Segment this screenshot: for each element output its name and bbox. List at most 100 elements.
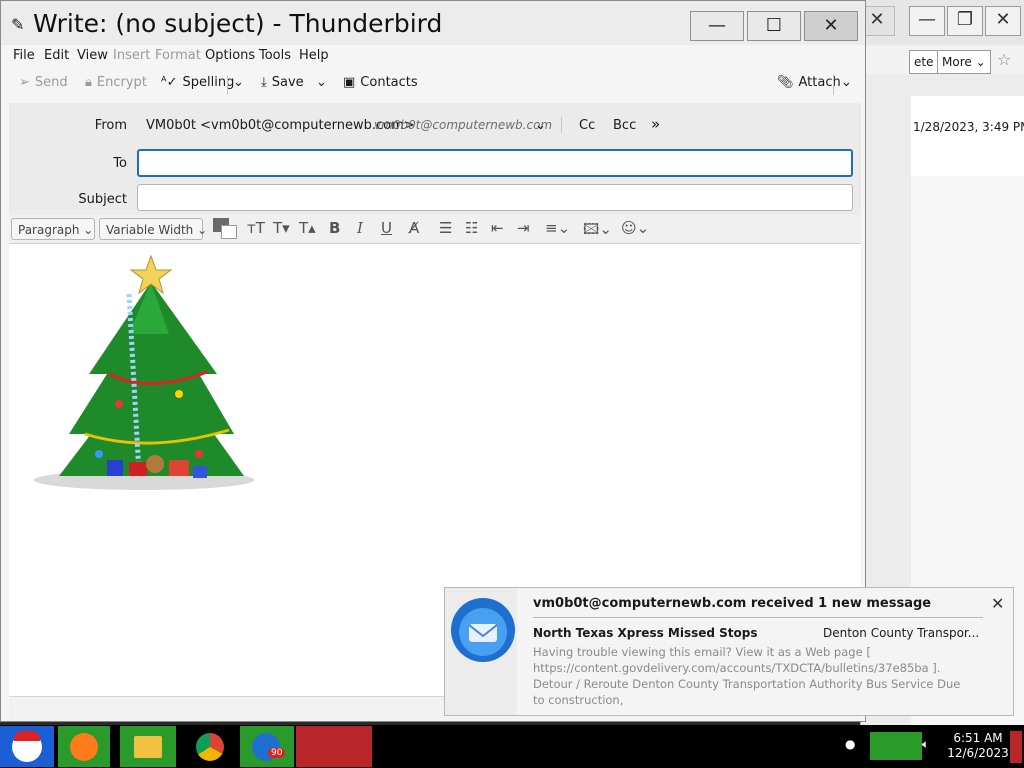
encrypt-button[interactable]: 🔒︎ Encrypt: [85, 75, 147, 90]
taskbar-chrome[interactable]: [186, 726, 236, 767]
encrypt-label: Encrypt: [96, 75, 147, 90]
notification-title: vm0b0t@computernewb.com received 1 new m…: [533, 596, 932, 611]
compose-toolbar: ➢ Send 🔒︎ Encrypt ᴬ✓ Spelling ⌄ ⤓ Save ⌄ ▣ Co…: [9, 69, 865, 101]
background-close-button[interactable]: ✕: [985, 6, 1021, 36]
christmas-tree-image: [34, 254, 254, 490]
menu-insert[interactable]: Insert: [113, 48, 150, 63]
menu-edit[interactable]: Edit: [44, 48, 69, 63]
unread-badge: 90: [268, 748, 286, 758]
background-delete-button[interactable]: ete: [909, 50, 939, 74]
save-dropdown[interactable]: ⌄: [316, 75, 327, 90]
send-label: Send: [34, 75, 68, 90]
bcc-button[interactable]: Bcc: [613, 118, 636, 133]
more-fields-icon[interactable]: »: [651, 115, 660, 133]
from-address: vm0b0t@computernewb.com: [374, 118, 553, 132]
taskbar-firefox[interactable]: [58, 726, 110, 767]
spelling-button[interactable]: ᴬ✓ Spelling: [161, 75, 234, 90]
to-field[interactable]: [137, 149, 853, 177]
close-icon[interactable]: ✕: [991, 594, 1004, 613]
window-title: Write: (no subject) - Thunderbird: [33, 9, 443, 38]
menu-help[interactable]: Help: [299, 48, 329, 63]
emoji-icon[interactable]: ☺⌄: [621, 219, 649, 237]
smaller-text-icon[interactable]: T▾: [273, 219, 290, 237]
background-restore-icon[interactable]: ❐: [947, 6, 983, 36]
tray-dot-icon[interactable]: ●: [845, 737, 855, 751]
taskbar-thunderbird[interactable]: 90: [240, 726, 294, 767]
insert-image-icon[interactable]: 🖾︎⌄: [583, 219, 612, 244]
taskbar-active-window[interactable]: [296, 726, 372, 767]
menu-tools[interactable]: Tools: [259, 48, 291, 63]
toolbar-divider: [227, 75, 228, 95]
folder-icon: [134, 736, 162, 758]
volume-icon[interactable]: 🔈︎: [922, 737, 929, 752]
background-more-button[interactable]: More ⌄: [937, 50, 991, 74]
background-titlebar: ✕ — ❐ ✕: [859, 0, 1024, 44]
font-select[interactable]: Variable Width ⌄: [99, 218, 207, 240]
background-color-icon[interactable]: [221, 225, 237, 239]
numbered-list-icon[interactable]: ☷: [465, 219, 478, 237]
santa-hat-icon: [14, 731, 40, 741]
pencil-icon: ✎: [11, 15, 25, 34]
larger-text-icon[interactable]: T▴: [299, 219, 316, 237]
from-label: From: [94, 118, 127, 133]
clock[interactable]: 6:51 AM 12/6/2023: [946, 731, 1010, 761]
font-value: Variable Width: [106, 223, 194, 237]
start-button[interactable]: [0, 726, 54, 767]
close-button[interactable]: ✕: [804, 11, 858, 41]
contacts-label: Contacts: [360, 75, 418, 90]
title-bar: ✎ Write: (no subject) - Thunderbird — ☐ …: [1, 1, 865, 45]
font-size-reset-icon[interactable]: ᴛT: [247, 219, 265, 237]
address-book-icon: ▣: [343, 75, 356, 90]
subject-field[interactable]: [137, 184, 853, 211]
contacts-button[interactable]: ▣ Contacts: [343, 75, 418, 90]
menu-file[interactable]: File: [13, 48, 35, 63]
attach-button[interactable]: 📎︎ Attach: [777, 75, 841, 90]
background-message-header: 1/28/2023, 3:49 PM: [911, 96, 1024, 176]
menu-view[interactable]: View: [77, 48, 108, 63]
header-divider: [561, 117, 562, 133]
background-minimize-icon[interactable]: —: [909, 6, 945, 36]
taskbar: 90 ● 🔈︎ 6:51 AM 12/6/2023: [0, 725, 1024, 768]
star-icon[interactable]: ☆: [997, 50, 1011, 69]
spelling-dropdown[interactable]: ⌄: [233, 75, 244, 90]
lock-icon: 🔒︎: [85, 75, 92, 90]
bullet-list-icon[interactable]: ☰: [439, 219, 452, 237]
show-desktop-button[interactable]: [1010, 731, 1022, 763]
maximize-button[interactable]: ☐: [747, 11, 801, 41]
menu-options[interactable]: Options: [205, 48, 255, 63]
chrome-icon: [196, 733, 224, 761]
notification-divider: [533, 617, 983, 618]
send-icon: ➢: [19, 75, 30, 90]
minimize-button[interactable]: —: [690, 11, 744, 41]
bold-icon[interactable]: B: [329, 219, 340, 237]
attach-dropdown[interactable]: ⌄: [841, 75, 852, 90]
menu-bar: File Edit View Insert Format Options Too…: [1, 45, 865, 67]
tray-network-icon[interactable]: [870, 732, 922, 760]
underline-icon[interactable]: U: [381, 219, 392, 237]
send-button[interactable]: ➢ Send: [19, 75, 68, 90]
notification-preview: Having trouble viewing this email? View …: [533, 645, 961, 707]
attach-label: Attach: [798, 75, 841, 90]
menu-format[interactable]: Format: [155, 48, 201, 63]
save-button[interactable]: ⤓ Save: [261, 75, 304, 90]
cc-button[interactable]: Cc: [579, 118, 595, 133]
clock-time: 6:51 AM: [953, 731, 1003, 745]
taskbar-explorer[interactable]: [120, 726, 176, 767]
align-icon[interactable]: ≡⌄: [545, 219, 570, 237]
outdent-icon[interactable]: ⇤: [491, 219, 504, 237]
toolbar-divider: [833, 75, 834, 95]
to-label: To: [113, 156, 127, 171]
spellcheck-icon: ᴬ✓: [161, 75, 178, 90]
italic-icon[interactable]: I: [357, 219, 363, 237]
paragraph-select[interactable]: Paragraph ⌄: [11, 218, 95, 240]
background-toolbar: ete More ⌄ ☆: [861, 46, 1024, 74]
remove-style-icon[interactable]: A̸: [409, 219, 419, 237]
indent-icon[interactable]: ⇥: [517, 219, 530, 237]
background-date: 1/28/2023, 3:49 PM: [913, 120, 1024, 134]
notification-icon-panel: [445, 588, 517, 715]
notification-subject: North Texas Xpress Missed Stops: [533, 626, 758, 640]
format-toolbar: Paragraph ⌄ Variable Width ⌄ ᴛT T▾ T▴ B …: [9, 215, 861, 244]
save-label: Save: [271, 75, 304, 90]
from-dropdown-icon[interactable]: ⌄: [535, 118, 546, 133]
new-mail-notification[interactable]: vm0b0t@computernewb.com received 1 new m…: [444, 587, 1014, 716]
